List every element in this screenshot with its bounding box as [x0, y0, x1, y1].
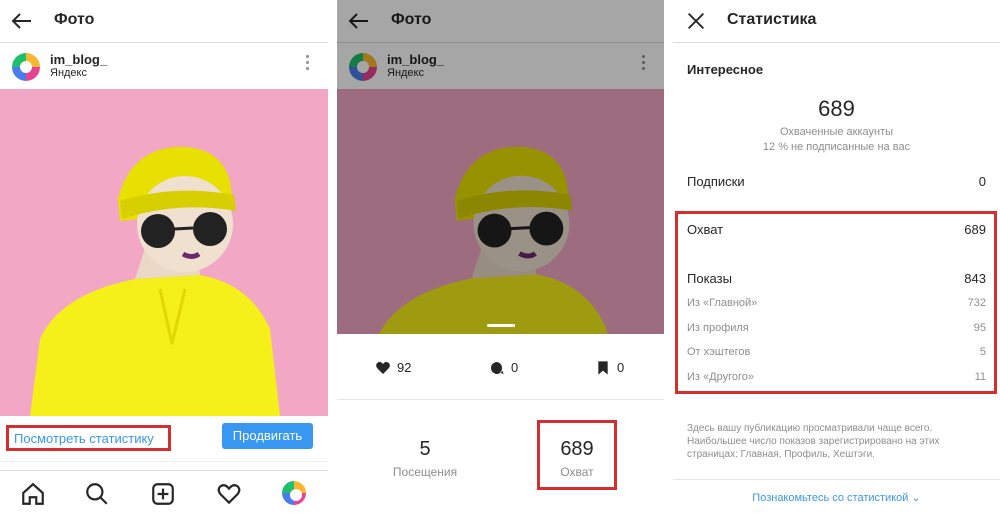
- activity-heart-icon[interactable]: [216, 481, 242, 507]
- learn-statistics-link[interactable]: Познакомьтесь со статистикой ⌄: [673, 479, 1000, 513]
- comment-icon: [490, 361, 504, 374]
- post-header: im_blog_ Яндекс: [0, 43, 328, 89]
- follows-row: Подписки 0: [687, 174, 986, 189]
- engagement-counts: 92 0 0: [337, 352, 664, 386]
- follows-value: 0: [978, 174, 986, 189]
- chevron-down-icon: ⌄: [911, 492, 921, 504]
- top-bar: Фото: [0, 0, 328, 43]
- follows-label: Подписки: [687, 174, 745, 189]
- promote-button[interactable]: Продвигать: [222, 423, 313, 449]
- bottom-tab-bar: [0, 470, 328, 513]
- post-panel: Фото im_blog_ Яндекс Посмотреть статисти…: [0, 0, 328, 513]
- view-stats-link[interactable]: Посмотреть статистику: [6, 425, 171, 451]
- top-bar: Статистика: [673, 0, 1000, 43]
- saves-count: 0: [617, 360, 625, 375]
- username[interactable]: im_blog_: [50, 52, 107, 67]
- profile-avatar-icon[interactable]: [282, 481, 306, 505]
- visits-metric: 5 Посещения: [381, 438, 469, 479]
- info-note: Здесь вашу публикацию просматривали чаще…: [687, 423, 940, 460]
- divider: [337, 399, 664, 400]
- page-title: Фото: [54, 11, 95, 28]
- dim-overlay: [337, 0, 664, 334]
- divider: [0, 461, 328, 462]
- close-icon[interactable]: [685, 10, 707, 32]
- location[interactable]: Яндекс: [50, 67, 87, 79]
- learn-statistics-label: Познакомьтесь со статистикой: [752, 492, 909, 504]
- statistics-panel: Статистика Интересное 689 Охваченные акк…: [673, 0, 1000, 513]
- section-title: Интересное: [687, 62, 764, 77]
- back-arrow-icon[interactable]: [10, 9, 34, 33]
- heart-icon: [376, 361, 390, 374]
- post-photo[interactable]: [0, 89, 328, 416]
- page-title: Статистика: [727, 11, 817, 28]
- more-options-icon[interactable]: [306, 55, 310, 75]
- panel-separator: [328, 0, 337, 513]
- add-post-icon[interactable]: [150, 481, 176, 507]
- panel-separator: [664, 0, 673, 513]
- non-followers-share: 12 % не подписанные на вас: [762, 141, 911, 153]
- post-stats-panel: Фото im_blog_ Яндекс 92 0 0 5 Посещения …: [337, 0, 664, 513]
- visits-value: 5: [419, 438, 431, 460]
- sheet-handle[interactable]: [487, 324, 515, 327]
- bookmark-icon: [598, 361, 608, 375]
- reach-highlight: [537, 420, 617, 490]
- likes-count: 92: [397, 360, 412, 375]
- accounts-reached-value: 689: [818, 96, 855, 121]
- visits-label: Посещения: [392, 465, 458, 479]
- search-icon[interactable]: [84, 481, 110, 507]
- avatar[interactable]: [12, 53, 40, 81]
- home-icon[interactable]: [20, 481, 46, 507]
- portrait-illustration: [0, 89, 328, 416]
- reach-impressions-highlight: [675, 211, 997, 394]
- accounts-reached-label: Охваченные аккаунты: [779, 126, 894, 138]
- comments-count: 0: [511, 360, 519, 375]
